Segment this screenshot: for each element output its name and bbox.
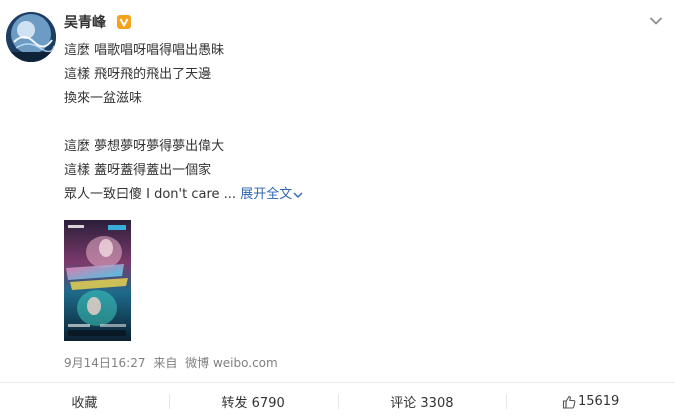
favorite-button[interactable]: 收藏 bbox=[0, 383, 169, 420]
expand-label: 展开全文 bbox=[240, 187, 293, 202]
chevron-down-icon bbox=[293, 192, 303, 198]
thumbs-up-icon bbox=[562, 395, 576, 409]
post-timestamp[interactable]: 9月14日16:27 bbox=[64, 356, 146, 370]
post-line-blank bbox=[64, 111, 624, 135]
post-line-last: 眾人一致曰傻 I don't care ... 展开全文 bbox=[64, 183, 624, 207]
poster-image bbox=[64, 220, 131, 341]
favorite-label: 收藏 bbox=[71, 396, 98, 411]
weibo-post-card: 吴青峰 這麼 唱歌唱呀唱得唱出愚昧 這樣 飛呀飛的飛出了天邊 換來一盆滋味 這麼… bbox=[0, 0, 675, 420]
comment-label: 评论 3308 bbox=[390, 396, 454, 411]
post-line: 這麼 夢想夢呀夢得夢出偉大 bbox=[64, 139, 225, 154]
like-count: 15619 bbox=[577, 394, 620, 409]
post-text: 這麼 唱歌唱呀唱得唱出愚昧 這樣 飛呀飛的飛出了天邊 換來一盆滋味 這麼 夢想夢… bbox=[64, 39, 624, 207]
repost-label: 转发 6790 bbox=[221, 396, 285, 411]
chevron-down-icon[interactable] bbox=[649, 16, 663, 26]
avatar-image bbox=[6, 12, 56, 62]
repost-button[interactable]: 转发 6790 bbox=[168, 383, 338, 420]
avatar[interactable] bbox=[6, 12, 56, 62]
post-line-text: 眾人一致曰傻 I don't care ... bbox=[64, 187, 237, 202]
post-line: 換來一盆滋味 bbox=[64, 91, 143, 106]
post-image-thumbnail[interactable] bbox=[64, 220, 131, 341]
post-source[interactable]: 微博 weibo.com bbox=[185, 356, 278, 370]
post-line: 這樣 飛呀飛的飛出了天邊 bbox=[64, 67, 212, 82]
author-name[interactable]: 吴青峰 bbox=[64, 14, 106, 32]
post-meta: 9月14日16:27 来自 微博 weibo.com bbox=[64, 355, 282, 371]
action-bar: 收藏 转发 6790 评论 3308 15619 bbox=[0, 383, 675, 420]
expand-full-text-link[interactable]: 展开全文 bbox=[240, 187, 303, 202]
like-button[interactable]: 15619 bbox=[506, 383, 675, 420]
source-prefix: 来自 bbox=[153, 356, 178, 370]
verified-badge-icon bbox=[117, 15, 131, 29]
post-line: 這麼 唱歌唱呀唱得唱出愚昧 bbox=[64, 43, 225, 58]
post-line: 這樣 蓋呀蓋得蓋出一個家 bbox=[64, 163, 212, 178]
comment-button[interactable]: 评论 3308 bbox=[337, 383, 507, 420]
